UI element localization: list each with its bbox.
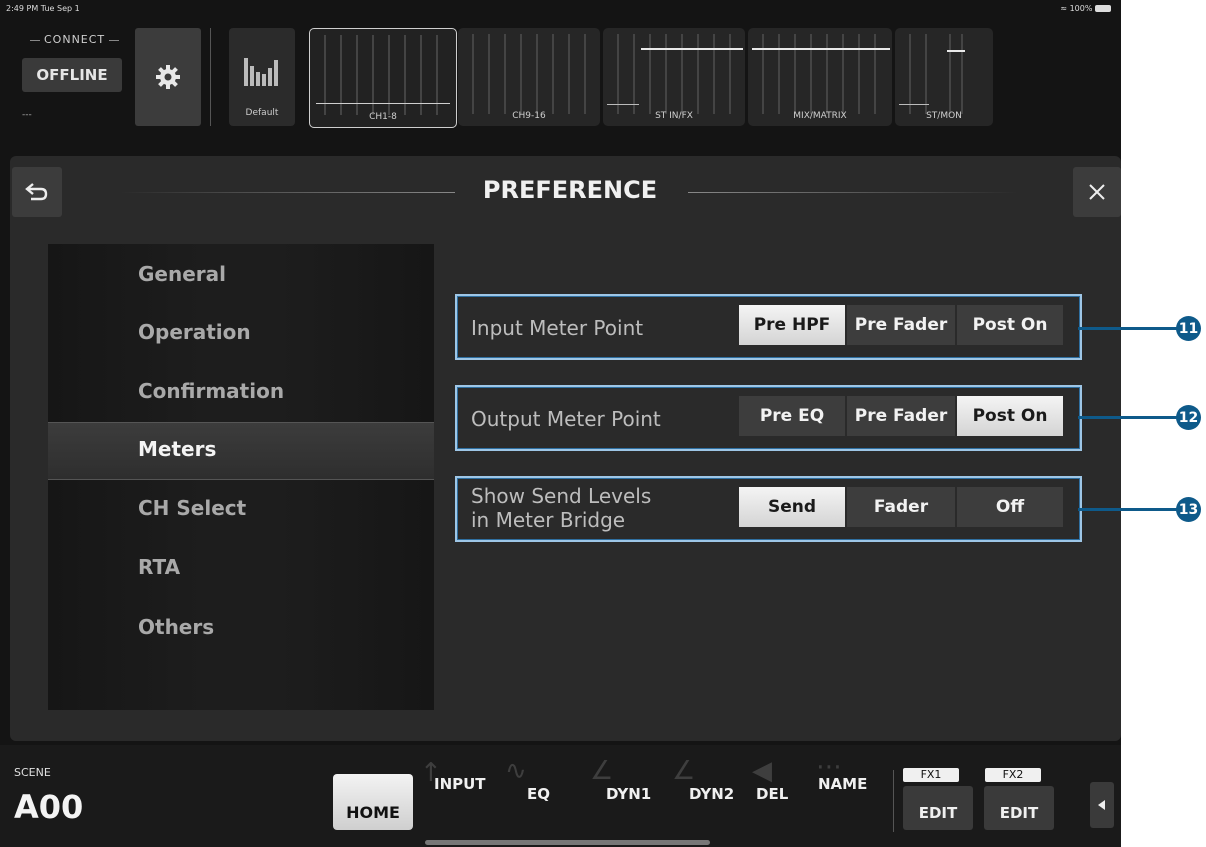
sidebar-item-confirmation[interactable]: Confirmation	[138, 379, 284, 403]
connect-label: CONNECT	[26, 33, 123, 46]
back-button[interactable]	[12, 167, 62, 217]
battery-indicator: ≈ 100%	[1060, 4, 1111, 13]
bank-ch1-8[interactable]: CH1-8	[309, 28, 457, 128]
setup-button[interactable]	[135, 28, 201, 126]
fx2-label: FX2	[985, 768, 1041, 782]
back-arrow-icon	[25, 183, 48, 201]
offline-button[interactable]: OFFLINE	[22, 58, 122, 92]
scene-label: SCENE	[14, 766, 51, 779]
bank-label: CH1-8	[369, 112, 397, 122]
bank-label: ST/MON	[926, 111, 962, 121]
divider	[210, 28, 211, 126]
status-time: 2:49 PM Tue Sep 1	[6, 4, 80, 13]
title-rule-right	[688, 192, 1018, 193]
setting-label: Show Send Levels in Meter Bridge	[471, 484, 651, 532]
output-meter-point-selector: Pre EQ Pre Fader Post On	[739, 396, 1065, 436]
bank-st-in-fx[interactable]: ST IN/FX	[603, 28, 745, 126]
setting-show-send-levels: Show Send Levels in Meter Bridge Send Fa…	[455, 476, 1082, 542]
gear-icon	[156, 65, 180, 89]
sidebar-item-general[interactable]: General	[138, 262, 226, 286]
tab-home[interactable]: HOME	[333, 774, 413, 830]
option-fader[interactable]: Fader	[847, 487, 955, 527]
bank-label: CH9-16	[512, 111, 546, 121]
eq-icon: ∿	[505, 756, 527, 786]
sidebar-item-operation[interactable]: Operation	[138, 320, 251, 344]
callout-badge: 12	[1176, 405, 1201, 430]
option-pre-fader[interactable]: Pre Fader	[847, 396, 955, 436]
setting-label: Input Meter Point	[471, 316, 644, 340]
sidebar-item-meters[interactable]: Meters	[138, 437, 216, 461]
setting-input-meter-point: Input Meter Point Pre HPF Pre Fader Post…	[455, 294, 1082, 360]
option-pre-eq[interactable]: Pre EQ	[739, 396, 845, 436]
setting-output-meter-point: Output Meter Point Pre EQ Pre Fader Post…	[455, 385, 1082, 451]
home-indicator	[425, 840, 710, 845]
page-title: PREFERENCE	[482, 176, 658, 204]
scene-number[interactable]: A00	[14, 788, 83, 826]
fx2-edit-button[interactable]: EDIT	[984, 786, 1054, 830]
setting-label-line2: in Meter Bridge	[471, 508, 626, 532]
tab-name[interactable]: NAME	[818, 775, 867, 793]
sidebar-active-highlight	[48, 422, 434, 480]
meter-default-label: Default	[245, 108, 279, 118]
option-post-on[interactable]: Post On	[957, 305, 1063, 345]
setting-label: Output Meter Point	[471, 407, 661, 431]
bank-label: MIX/MATRIX	[793, 111, 847, 121]
option-pre-hpf[interactable]: Pre HPF	[739, 305, 845, 345]
close-button[interactable]	[1073, 167, 1121, 217]
setting-label-line1: Show Send Levels	[471, 484, 652, 508]
option-pre-fader[interactable]: Pre Fader	[847, 305, 955, 345]
meter-level-icon	[244, 58, 278, 86]
dyn2-icon: ∠	[672, 756, 696, 786]
option-send[interactable]: Send	[739, 487, 845, 527]
triangle-left-icon	[1098, 800, 1105, 810]
tab-eq[interactable]: EQ	[527, 785, 550, 803]
bank-mix-matrix[interactable]: MIX/MATRIX	[748, 28, 892, 126]
sidebar-item-rta[interactable]: RTA	[138, 555, 180, 579]
option-post-on[interactable]: Post On	[957, 396, 1063, 436]
tab-input[interactable]: INPUT	[434, 775, 486, 793]
tab-home-label: HOME	[346, 803, 400, 822]
sidebar-item-ch-select[interactable]: CH Select	[138, 496, 246, 520]
tab-dyn2[interactable]: DYN2	[689, 785, 734, 803]
wifi-icon: ≈	[1060, 4, 1068, 13]
option-off[interactable]: Off	[957, 487, 1063, 527]
ios-status-bar: 2:49 PM Tue Sep 1 ≈ 100%	[0, 0, 1121, 18]
input-meter-point-selector: Pre HPF Pre Fader Post On	[739, 305, 1065, 345]
sidebar-item-others[interactable]: Others	[138, 615, 214, 639]
callout-line	[1078, 508, 1178, 511]
tab-dyn1[interactable]: DYN1	[606, 785, 651, 803]
close-icon	[1089, 184, 1105, 200]
bank-st-mon[interactable]: ST/MON	[895, 28, 993, 126]
battery-icon	[1095, 5, 1111, 12]
bank-ch9-16[interactable]: CH9-16	[458, 28, 600, 126]
app-frame: 2:49 PM Tue Sep 1 ≈ 100% CONNECT OFFLINE…	[0, 0, 1121, 847]
connection-device-name: ---	[22, 110, 32, 120]
callout-badge: 11	[1176, 316, 1201, 341]
callout-line	[1078, 416, 1178, 419]
title-rule-left	[120, 192, 455, 193]
delay-icon: ◀	[752, 756, 772, 786]
callout-badge: 13	[1176, 497, 1201, 522]
tab-delay[interactable]: DEL	[756, 785, 788, 803]
bank-label: ST IN/FX	[655, 111, 693, 121]
fx1-edit-button[interactable]: EDIT	[903, 786, 973, 830]
collapse-button[interactable]	[1090, 782, 1114, 828]
battery-percent: 100%	[1069, 4, 1093, 13]
fx1-label: FX1	[903, 768, 959, 782]
divider	[893, 770, 894, 832]
dyn1-icon: ∠	[590, 756, 614, 786]
callout-line	[1078, 327, 1178, 330]
send-levels-selector: Send Fader Off	[739, 487, 1065, 527]
meter-default-button[interactable]: Default	[229, 28, 295, 126]
